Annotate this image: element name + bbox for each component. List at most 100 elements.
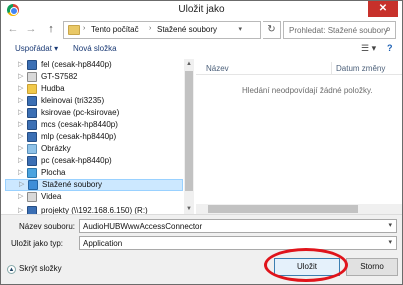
expand-arrow-icon[interactable]: ▷ <box>18 144 23 152</box>
scrollbar-thumb[interactable] <box>185 71 193 191</box>
hide-folders-label: Skrýt složky <box>19 264 62 273</box>
music-folder-icon <box>27 84 37 94</box>
desktop-folder-icon <box>27 168 37 178</box>
tree-item[interactable]: ▷ fel (cesak-hp8440p) <box>5 59 183 71</box>
tree-item[interactable]: ▷ Plocha <box>5 167 183 179</box>
expand-arrow-icon[interactable]: ▷ <box>18 96 23 104</box>
filetype-select[interactable]: Application ▾ <box>79 236 397 250</box>
expand-arrow-icon[interactable]: ▷ <box>18 168 23 176</box>
tree-item-label: Stažené soubory <box>42 180 103 189</box>
up-arrow-icon[interactable]: ↑ <box>43 21 59 37</box>
close-button[interactable]: ✕ <box>368 1 398 17</box>
tree-item[interactable]: ▷ mlp (cesak-hp8440p) <box>5 131 183 143</box>
expand-arrow-icon[interactable]: ▷ <box>18 60 23 68</box>
network-drive-icon <box>27 156 37 166</box>
scroll-up-icon[interactable]: ▲ <box>184 59 194 69</box>
command-bar: Uspořádat ▾ Nová složka ☰ ▾ ? <box>1 41 402 59</box>
file-list: Název Datum změny Hledání neodpovídají ž… <box>196 59 402 214</box>
tree-item-label: ksirovae (pc-ksirovae) <box>41 108 120 117</box>
window-title: Uložit jako <box>178 4 225 15</box>
network-drive-icon <box>27 108 37 118</box>
expand-arrow-icon[interactable]: ▷ <box>18 72 23 80</box>
filename-label: Název souboru: <box>19 222 76 231</box>
chevron-down-icon[interactable]: ▾ <box>238 25 242 33</box>
tree-item-label: Videa <box>41 192 62 201</box>
chevron-down-icon[interactable]: ▾ <box>388 238 392 246</box>
filetype-value: Application <box>83 239 123 248</box>
pictures-folder-icon <box>27 144 37 154</box>
expand-arrow-icon[interactable]: ▷ <box>18 132 23 140</box>
scrollbar-thumb[interactable] <box>208 205 358 213</box>
videos-folder-icon <box>27 192 37 202</box>
tree-item[interactable]: ▷ Videa <box>5 191 183 203</box>
breadcrumb-separator: › <box>149 25 152 32</box>
collapse-icon: ▲ <box>7 265 16 274</box>
cancel-button[interactable]: Storno <box>346 258 398 276</box>
breadcrumb-this-pc[interactable]: Tento počítač <box>91 25 139 34</box>
tree-item-label: projekty (\\192.168.6.150) (R:) <box>41 206 148 214</box>
tree-item-selected[interactable]: ▷ Stažené soubory <box>5 179 183 191</box>
search-input[interactable]: Prohledat: Stažené soubory ⌕ <box>283 21 396 39</box>
view-options-icon[interactable]: ☰ ▾ <box>361 43 376 54</box>
tree-item[interactable]: ▷ mcs (cesak-hp8440p) <box>5 119 183 131</box>
expand-arrow-icon[interactable]: ▷ <box>18 206 23 214</box>
tree-item-label: mlp (cesak-hp8440p) <box>41 132 117 141</box>
new-folder-button[interactable]: Nová složka <box>73 44 117 53</box>
breadcrumb-separator: › <box>83 25 86 32</box>
tree-item-label: mcs (cesak-hp8440p) <box>41 120 118 129</box>
network-drive-icon <box>27 120 37 130</box>
expand-arrow-icon[interactable]: ▷ <box>18 192 23 200</box>
save-button[interactable]: Uložit <box>274 258 340 276</box>
expand-arrow-icon[interactable]: ▷ <box>19 180 24 188</box>
tree-item[interactable]: ▷ Hudba <box>5 83 183 95</box>
folder-icon <box>68 25 80 35</box>
tree-item[interactable]: ▷ GT-S7582 <box>5 71 183 83</box>
expand-arrow-icon[interactable]: ▷ <box>18 120 23 128</box>
refresh-icon[interactable]: ↻ <box>263 21 281 39</box>
tree-item[interactable]: ▷ projekty (\\192.168.6.150) (R:) <box>5 205 183 214</box>
forward-arrow-icon[interactable]: → <box>23 21 39 37</box>
expand-arrow-icon[interactable]: ▷ <box>18 108 23 116</box>
save-as-dialog: Uložit jako ✕ ← → ↑ › Tento počítač › St… <box>0 0 403 285</box>
column-name-header[interactable]: Název <box>206 64 229 73</box>
phone-icon <box>27 72 37 82</box>
expand-arrow-icon[interactable]: ▷ <box>18 84 23 92</box>
back-arrow-icon[interactable]: ← <box>5 21 21 37</box>
tree-item-label: kleinovai (tri3235) <box>41 96 105 105</box>
chevron-down-icon[interactable]: ▾ <box>388 221 392 229</box>
empty-message: Hledání neodpovídají žádné položky. <box>242 86 373 95</box>
tree-item-label: GT-S7582 <box>41 72 78 81</box>
filename-input[interactable]: AudioHUBWwwAccessConnector ▾ <box>79 219 397 233</box>
tree-item[interactable]: ▷ Obrázky <box>5 143 183 155</box>
tree-item[interactable]: ▷ pc (cesak-hp8440p) <box>5 155 183 167</box>
column-date-header[interactable]: Datum změny <box>336 64 385 73</box>
hide-folders-button[interactable]: ▲ Skrýt složky <box>7 264 62 274</box>
column-header: Název Datum změny <box>196 61 402 75</box>
address-bar[interactable]: › Tento počítač › Stažené soubory ▾ <box>63 21 261 39</box>
expand-arrow-icon[interactable]: ▷ <box>18 156 23 164</box>
tree-item[interactable]: ▷ kleinovai (tri3235) <box>5 95 183 107</box>
filename-value: AudioHUBWwwAccessConnector <box>83 222 203 231</box>
tree-item-label: Obrázky <box>41 144 71 153</box>
tree-item-label: Hudba <box>41 84 65 93</box>
tree-item-label: Plocha <box>41 168 66 177</box>
tree-item-label: pc (cesak-hp8440p) <box>41 156 112 165</box>
navigation-bar: ← → ↑ › Tento počítač › Stažené soubory … <box>1 19 402 41</box>
scroll-down-icon[interactable]: ▼ <box>184 204 194 214</box>
breadcrumb-downloads[interactable]: Stažené soubory <box>157 25 217 34</box>
tree-scrollbar[interactable]: ▲ ▼ <box>184 59 194 214</box>
help-icon[interactable]: ? <box>387 43 393 53</box>
column-divider[interactable] <box>331 62 332 74</box>
downloads-folder-icon <box>28 180 38 190</box>
network-drive-icon <box>27 60 37 70</box>
network-drive-icon <box>27 206 37 214</box>
network-drive-icon <box>27 96 37 106</box>
tree-item[interactable]: ▷ ksirovae (pc-ksirovae) <box>5 107 183 119</box>
filetype-label: Uložit jako typ: <box>11 239 64 248</box>
title-bar[interactable]: Uložit jako ✕ <box>1 1 402 19</box>
organize-button[interactable]: Uspořádat ▾ <box>15 44 58 53</box>
network-drive-icon <box>27 132 37 142</box>
save-form: Název souboru: AudioHUBWwwAccessConnecto… <box>1 214 402 284</box>
search-icon[interactable]: ⌕ <box>385 24 391 35</box>
horizontal-scrollbar[interactable] <box>196 204 402 214</box>
